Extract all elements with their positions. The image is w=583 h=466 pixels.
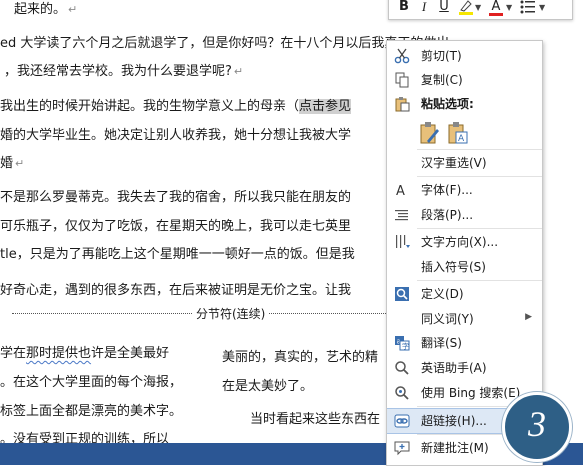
mini-toolbar: B I U ▼ A ▼ ▼ bbox=[388, 0, 573, 20]
italic-button[interactable]: I bbox=[415, 0, 433, 16]
doc-line: ed 大学读了六个月之后就退学了，但是你好吗？在十八个月以后我真正的做出 bbox=[0, 36, 450, 51]
col-right-text: 美丽的，真实的，艺术的精 bbox=[222, 350, 379, 365]
menu-separator bbox=[417, 280, 542, 281]
step-badge: 3 bbox=[502, 392, 572, 462]
menu-separator bbox=[417, 176, 542, 177]
svg-text:A: A bbox=[396, 184, 405, 198]
chevron-down-icon[interactable]: ▼ bbox=[475, 3, 481, 12]
doc-line: 标签上面全都是漂亮的美术字。 bbox=[0, 404, 183, 419]
menu-item-cut[interactable]: 剪切(T) bbox=[387, 44, 542, 68]
menu-item-font[interactable]: A 字体(F)... bbox=[387, 178, 542, 202]
doc-line: 。在这个大学里面的每个海报， bbox=[0, 375, 183, 390]
doc-line: ，我还经常去学校。我为什么要退学呢? ↵ bbox=[4, 64, 244, 79]
doc-line: 不是那么罗曼蒂克。我失去了我的宿舍，所以我只能在朋友的 bbox=[0, 190, 352, 205]
chevron-down-icon[interactable]: ▼ bbox=[539, 3, 545, 12]
translate-icon: a字 bbox=[394, 335, 410, 351]
define-icon bbox=[394, 286, 410, 302]
doc-line: 学在那时提供也许是全美最好 bbox=[0, 346, 170, 361]
doc-line: tle，只是为了再能吃上这个星期唯一一顿好一点的饭。但是我 bbox=[0, 247, 355, 262]
menu-item-synonyms[interactable]: 同义词(Y) ▶ bbox=[387, 307, 542, 331]
menu-item-translate[interactable]: a字 翻译(S) bbox=[387, 331, 542, 355]
bullets-icon[interactable] bbox=[519, 0, 537, 16]
doc-line: 我出生的时候开始讲起。我的生物学意义上的母亲（点击参见 bbox=[0, 99, 352, 114]
spelling-squiggle[interactable]: 那时提供也 bbox=[26, 346, 91, 361]
doc-line: 婚的大学毕业生。她决定让别人收养我，她十分想让我被大学 bbox=[0, 128, 352, 143]
menu-item-reconvert[interactable]: 汉字重选(V) bbox=[387, 151, 542, 175]
doc-line: 婚 ↵ bbox=[0, 156, 25, 171]
bold-button[interactable]: B bbox=[395, 0, 413, 16]
chevron-right-icon: ▶ bbox=[525, 312, 532, 322]
section-break: 分节符(连续) bbox=[12, 305, 390, 326]
bing-search-icon bbox=[394, 385, 410, 401]
doc-line: 好奇心走，遇到的很多东西，在后来被证明是无价之宝。让我 bbox=[0, 283, 352, 298]
menu-item-paragraph[interactable]: 段落(P)... bbox=[387, 203, 542, 227]
col-right-text: 当时看起来这些东西在 bbox=[250, 412, 381, 427]
menu-item-english-assistant[interactable]: 英语助手(A) bbox=[387, 356, 542, 380]
doc-line: 可乐瓶子，仅仅为了吃饭，在星期天的晚上，我可以走七英里 bbox=[0, 219, 352, 234]
menu-item-define[interactable]: 定义(D) bbox=[387, 282, 542, 306]
highlight-icon[interactable] bbox=[457, 0, 475, 16]
doc-line: 起来的。 ↵ bbox=[14, 2, 78, 17]
copy-icon bbox=[394, 72, 410, 88]
paste-text-only-icon[interactable]: A bbox=[447, 121, 469, 145]
menu-item-insert-symbol[interactable]: 插入符号(S) bbox=[387, 255, 542, 279]
svg-text:字: 字 bbox=[402, 342, 409, 351]
menu-separator bbox=[417, 149, 542, 150]
font-color-button[interactable]: A bbox=[487, 0, 505, 16]
menu-separator bbox=[417, 228, 542, 229]
clipboard-icon bbox=[394, 96, 410, 112]
chevron-down-icon[interactable]: ▼ bbox=[506, 3, 512, 12]
paragraph-icon bbox=[394, 207, 410, 223]
text-direction-icon bbox=[394, 234, 410, 250]
english-assistant-icon bbox=[394, 360, 410, 376]
underline-button[interactable]: U bbox=[435, 0, 453, 16]
hyperlink-icon bbox=[394, 413, 410, 429]
svg-text:A: A bbox=[458, 134, 465, 144]
menu-item-paste-options: 粘贴选项: bbox=[387, 92, 542, 116]
scissors-icon bbox=[394, 48, 410, 64]
new-comment-icon bbox=[394, 440, 410, 456]
menu-item-copy[interactable]: 复制(C) bbox=[387, 68, 542, 92]
menu-item-text-direction[interactable]: 文字方向(X)... bbox=[387, 230, 542, 254]
font-icon: A bbox=[394, 182, 410, 199]
col-right-text: 在是太美妙了。 bbox=[222, 379, 314, 394]
paste-keep-formatting-icon[interactable] bbox=[419, 121, 441, 145]
selected-text[interactable]: 点击参见 bbox=[299, 99, 352, 114]
